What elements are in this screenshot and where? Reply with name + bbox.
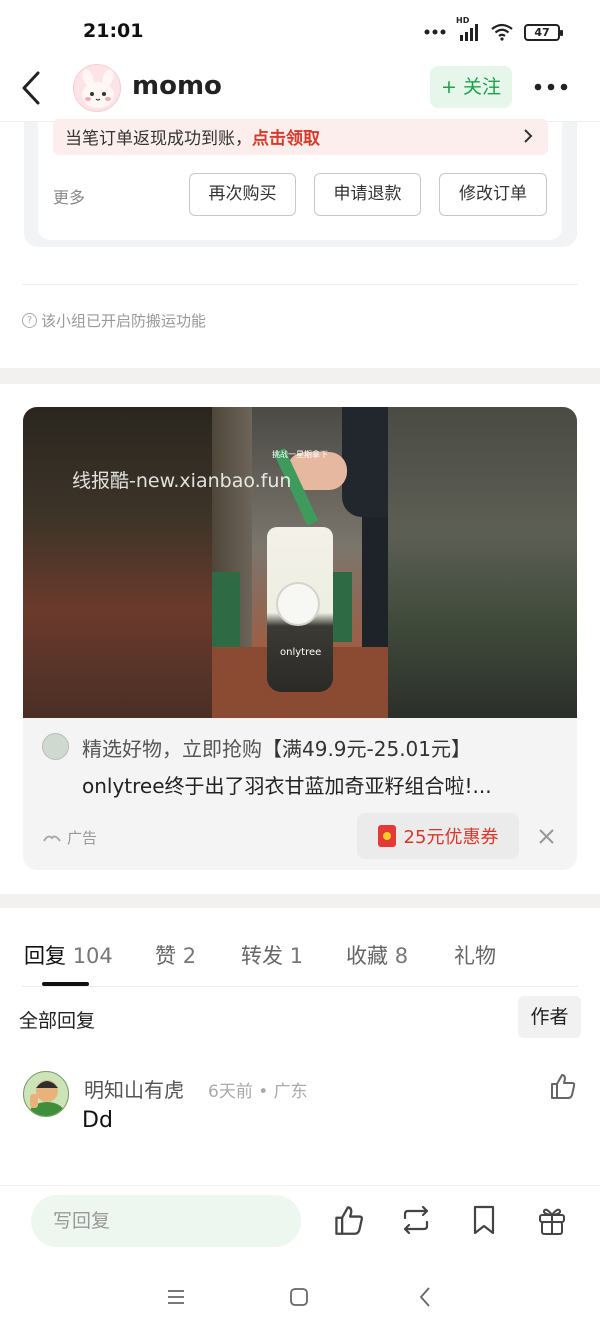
tab-favorites[interactable]: 收藏 8 [346,940,408,970]
home-icon[interactable] [289,1287,309,1307]
comment-author[interactable]: 明知山有虎 [84,1074,184,1103]
divider [22,284,578,285]
menu-icon[interactable] [166,1288,186,1306]
user-avatar[interactable] [73,64,121,112]
ad-label: 广告 [67,829,98,847]
more-dots-status-icon [424,29,446,35]
question-icon: ? [22,313,37,328]
order-more-label[interactable]: 更多 [53,184,85,208]
comment-avatar[interactable] [23,1071,69,1117]
close-icon[interactable] [538,828,555,845]
tab-replies[interactable]: 回复 104 [24,940,113,970]
ad-avatar [42,733,69,760]
comment-like-icon[interactable] [549,1072,577,1100]
ad-product-brand: onlytree [280,647,322,658]
repost-icon[interactable] [399,1204,433,1236]
rebuy-button[interactable]: 再次购买 [189,173,296,216]
gift-icon[interactable] [537,1204,567,1236]
coupon-button[interactable]: 25元优惠券 [357,813,519,859]
tab-replies-label: 回复 [24,944,66,968]
tab-divider [22,986,578,987]
comment-text: Dd [82,1108,113,1133]
cashback-message: 当笔订单返现成功到账， [65,129,252,149]
ad-image-blur-left [23,407,212,718]
cashback-claim-link[interactable]: 点击领取 [252,129,320,149]
modify-order-button[interactable]: 修改订单 [439,173,547,216]
tab-replies-count: 104 [72,944,113,968]
tab-favorites-count: 8 [394,944,409,968]
tab-reposts[interactable]: 转发 1 [241,940,303,970]
reply-input[interactable]: 写回复 [31,1195,301,1247]
coupon-label: 25元优惠券 [403,827,499,848]
chevron-right-icon [524,129,533,143]
ad-product-photo: 挑战一星期拿下 onlytree [212,407,388,718]
tab-reposts-count: 1 [289,944,304,968]
ad-image-blur-right [388,407,577,718]
cashback-text[interactable]: 当笔订单返现成功到账，点击领取 [65,124,320,149]
tab-gifts-label: 礼物 [454,944,496,968]
status-icons: HD 47 [424,16,563,42]
section-gap-2 [0,894,600,908]
ad-discount: 【满49.9元-25.01元】 [262,737,472,761]
ad-title-line2[interactable]: onlytree终于出了羽衣甘蓝加奇亚籽组合啦!... [82,770,552,799]
tab-gifts[interactable]: 礼物 [454,940,496,970]
cartoon-avatar-icon [24,1072,68,1116]
ad-title-line1[interactable]: 精选好物，立即抢购【满49.9元-25.01元】 [82,733,471,762]
tab-reposts-label: 转发 [241,944,283,968]
back-arrow-icon[interactable] [20,71,42,105]
wifi-icon [491,23,513,41]
anti-repost-notice: ? 该小组已开启防搬运功能 [22,310,206,331]
watermark-text: 线报酷-new.xianbao.fun [72,470,292,492]
signal-icon: HD [456,16,480,42]
tab-favorites-label: 收藏 [346,944,388,968]
author-only-button[interactable]: 作者 [518,996,581,1038]
status-time: 21:01 [83,20,144,42]
bunny-avatar-icon [82,69,114,108]
follow-button[interactable]: + 关注 [430,66,512,108]
username[interactable]: momo [132,71,222,101]
ad-logo-icon [43,835,61,842]
ad-product-caption: 挑战一星期拿下 [272,450,328,459]
battery-icon: 47 [524,23,563,41]
like-icon[interactable] [333,1204,365,1236]
comment-meta: 6天前 • 广东 [208,1082,308,1102]
ad-tag: 广告 [43,827,97,848]
system-back-icon[interactable] [418,1286,432,1308]
refund-button[interactable]: 申请退款 [314,173,421,216]
all-replies-filter[interactable]: 全部回复 [19,1006,95,1033]
tab-likes[interactable]: 赞 2 [155,940,196,970]
ad-image[interactable]: 挑战一星期拿下 onlytree [23,407,577,718]
ad-slogan: 精选好物，立即抢购 [82,737,262,761]
more-horizontal-icon[interactable] [533,82,569,92]
bookmark-icon[interactable] [471,1204,497,1236]
tab-likes-count: 2 [182,944,197,968]
section-gap [0,368,600,384]
status-bar: 21:01 HD 47 [0,0,600,60]
notice-text: 该小组已开启防搬运功能 [41,312,207,330]
tab-likes-label: 赞 [155,944,176,968]
red-packet-icon [377,825,396,847]
